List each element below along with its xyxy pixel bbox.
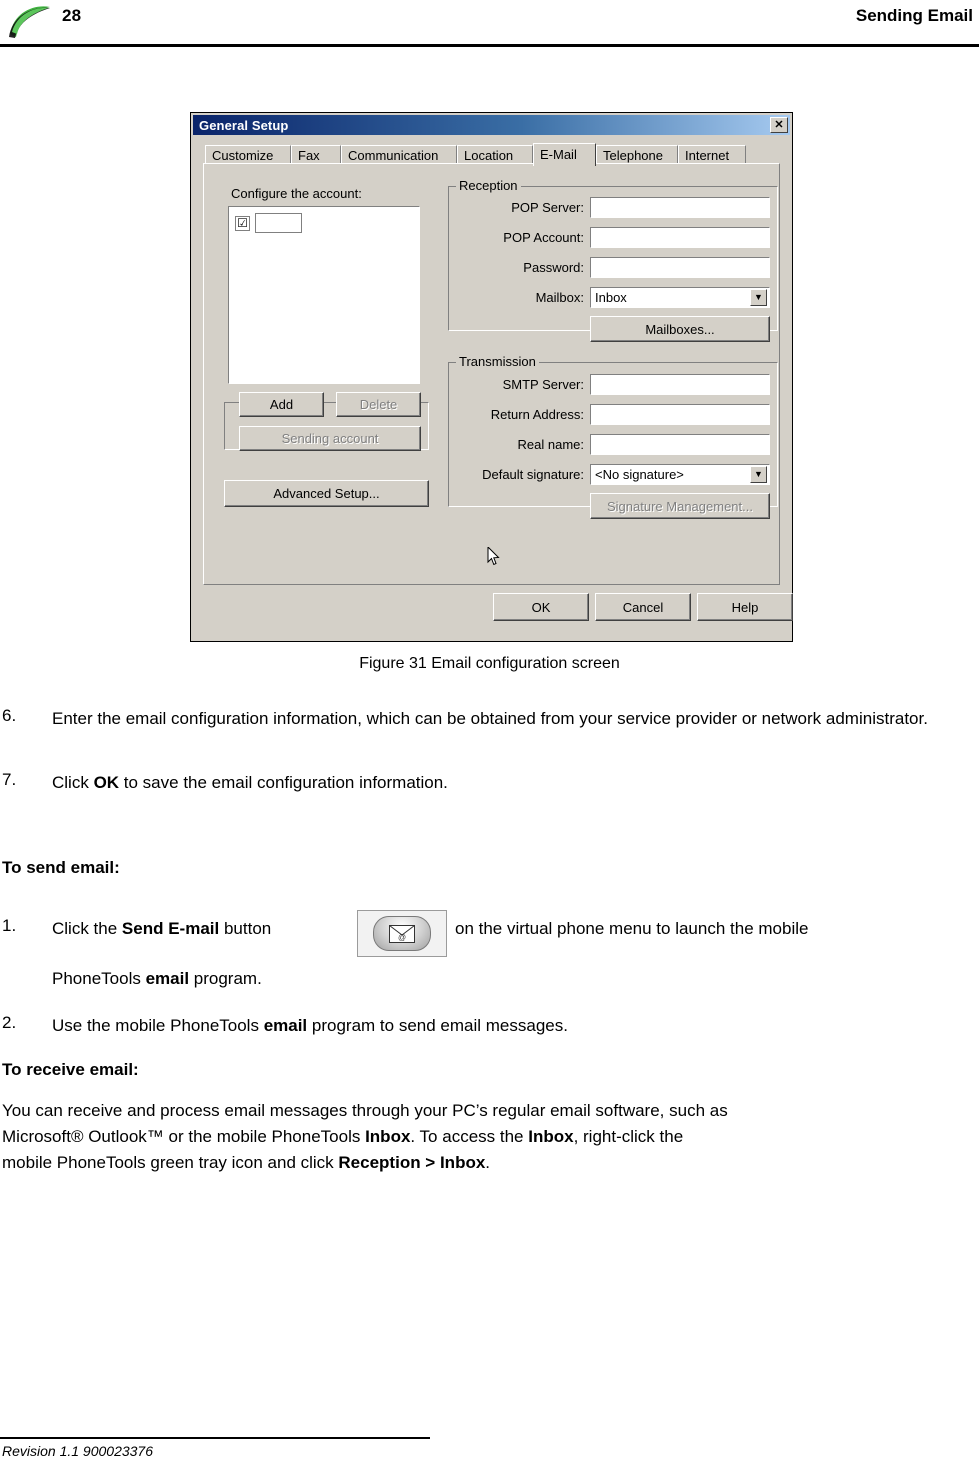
receive-line-3-bold: Reception > Inbox — [338, 1153, 486, 1172]
default-signature-select[interactable]: <No signature> ▼ — [590, 464, 770, 485]
tab-telephone[interactable]: Telephone — [596, 145, 678, 165]
sending-account-button[interactable]: Sending account — [239, 426, 421, 451]
chevron-down-icon[interactable]: ▼ — [750, 289, 767, 306]
send-step-1-bold: Send E-mail — [121, 919, 220, 938]
mailboxes-button[interactable]: Mailboxes... — [590, 316, 770, 342]
default-signature-label: Default signature: — [482, 467, 584, 482]
pop-server-input[interactable] — [590, 197, 770, 218]
tab-strip: Customize Fax Communication Location E-M… — [205, 143, 780, 166]
receive-line-2-bold2: Inbox — [528, 1127, 574, 1146]
send-step-2-part1: Use the mobile PhoneTools — [52, 1016, 264, 1035]
transmission-group-label: Transmission — [456, 354, 539, 369]
account-checkbox[interactable]: ☑ — [235, 215, 250, 231]
receive-line-2-part3: , right-click the — [573, 1127, 684, 1146]
dialog-titlebar: General Setup ✕ — [193, 115, 790, 135]
receive-line-3-part2: . — [485, 1153, 491, 1172]
step-7-text-after: to save the email configuration informat… — [119, 773, 448, 792]
send-step-2-number: 2. — [2, 1013, 17, 1032]
signature-management-button[interactable]: Signature Management... — [590, 493, 770, 519]
ok-button[interactable]: OK — [493, 593, 589, 621]
tab-location[interactable]: Location — [457, 145, 533, 165]
step-6-number: 6. — [2, 706, 17, 725]
send-step-1-line2-bold: email — [145, 969, 190, 988]
chevron-down-icon-2[interactable]: ▼ — [750, 466, 767, 483]
delete-button[interactable]: Delete — [336, 392, 421, 417]
step-7-number: 7. — [2, 770, 17, 789]
send-step-1-number: 1. — [2, 916, 17, 935]
receive-line-2-part1: Microsoft® Outlook™ or the mobile PhoneT… — [2, 1127, 366, 1146]
cancel-button[interactable]: Cancel — [595, 593, 691, 621]
smtp-server-input[interactable] — [590, 374, 770, 395]
real-name-label: Real name: — [517, 437, 584, 452]
pop-account-label: POP Account: — [503, 230, 584, 245]
swoosh-logo — [9, 6, 50, 38]
receive-line-3-part1: mobile PhoneTools green tray icon and cl… — [2, 1153, 339, 1172]
close-icon[interactable]: ✕ — [770, 117, 788, 133]
page-header: 28 Sending Email — [0, 0, 979, 47]
figure-caption: Figure 31 Email configuration screen — [359, 655, 620, 672]
account-list-item[interactable]: ☑ — [235, 213, 302, 233]
mouse-cursor-icon — [487, 547, 500, 566]
send-email-envelope-icon: @ — [373, 916, 431, 951]
configure-account-label: Configure the account: — [228, 186, 365, 201]
send-email-heading: To send email: — [2, 858, 120, 877]
accounts-listbox[interactable]: ☑ — [228, 206, 420, 384]
mailbox-select[interactable]: Inbox ▼ — [590, 287, 770, 308]
send-step-2-bold: email — [263, 1016, 308, 1035]
send-email-button-image: @ — [357, 910, 447, 957]
footer-revision: Revision 1.1 900023376 — [2, 1443, 154, 1459]
send-step-1-line2-part1: PhoneTools — [52, 969, 146, 988]
receive-line-2-bold1: Inbox — [365, 1127, 411, 1146]
step-6-line2: or network administrator. — [741, 709, 928, 728]
send-step-1-line2-part2: program. — [189, 969, 262, 988]
step-6-line1: Enter the email configuration informatio… — [52, 709, 738, 728]
step-7-text-before: Click — [52, 773, 94, 792]
add-button[interactable]: Add — [239, 392, 324, 417]
send-step-2-part2: program to send email messages. — [307, 1016, 568, 1035]
default-signature-value: <No signature> — [595, 467, 684, 482]
help-button[interactable]: Help — [697, 593, 793, 621]
send-step-1-part2: button — [219, 919, 272, 938]
send-step-1-part3: on the virtual phone menu to launch the … — [455, 919, 809, 938]
tab-communication[interactable]: Communication — [341, 145, 457, 165]
tab-internet[interactable]: Internet — [678, 145, 746, 165]
dialog-title: General Setup — [199, 117, 289, 133]
mailbox-label: Mailbox: — [535, 290, 584, 305]
tab-fax[interactable]: Fax — [291, 145, 341, 165]
account-name-input[interactable] — [255, 213, 302, 233]
receive-line-1: You can receive and process email messag… — [2, 1101, 728, 1120]
header-title: Sending Email — [855, 6, 973, 25]
reception-group-label: Reception — [456, 178, 521, 193]
return-address-label: Return Address: — [490, 407, 584, 422]
svg-text:@: @ — [398, 933, 406, 942]
tab-email[interactable]: E-Mail — [533, 143, 596, 166]
advanced-setup-button[interactable]: Advanced Setup... — [224, 480, 429, 507]
password-label: Password: — [523, 260, 584, 275]
header-divider — [0, 44, 979, 47]
password-input[interactable] — [590, 257, 770, 278]
mailbox-selected-value: Inbox — [595, 290, 627, 305]
return-address-input[interactable] — [590, 404, 770, 425]
pop-account-input[interactable] — [590, 227, 770, 248]
receive-line-2-part2: . To access the — [410, 1127, 529, 1146]
tab-customize[interactable]: Customize — [205, 145, 291, 165]
receive-email-heading: To receive email: — [2, 1060, 139, 1079]
smtp-server-label: SMTP Server: — [502, 377, 584, 392]
footer-divider — [0, 1437, 430, 1439]
step-7-bold: OK — [93, 773, 120, 792]
pop-server-label: POP Server: — [511, 200, 584, 215]
general-setup-dialog: General Setup ✕ Customize Fax Communicat… — [190, 112, 793, 642]
email-tab-page: Configure the account: ☑ Add Delete Send… — [203, 163, 780, 585]
send-step-1-part1: Click the — [52, 919, 122, 938]
page-number: 28 — [62, 6, 82, 25]
real-name-input[interactable] — [590, 434, 770, 455]
